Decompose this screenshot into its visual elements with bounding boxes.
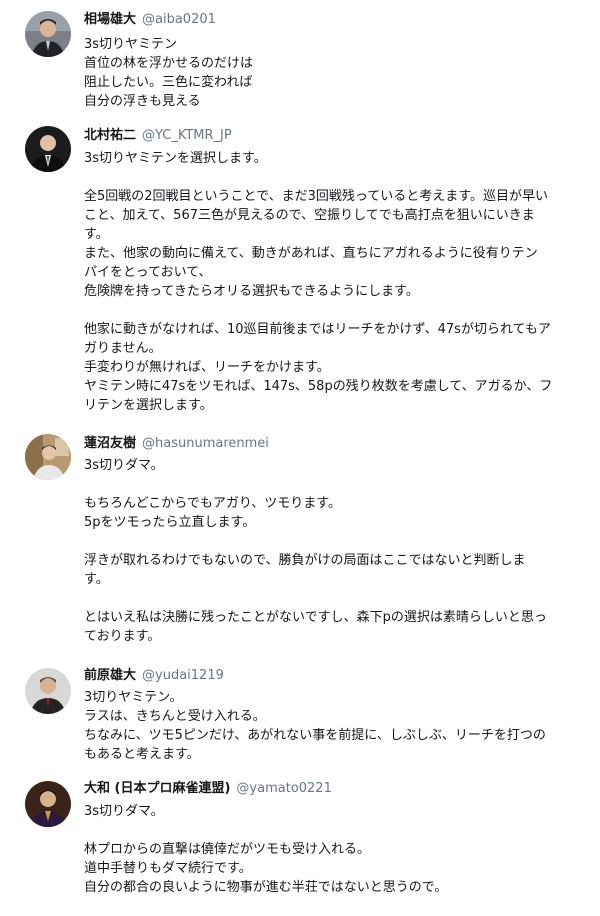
display-name[interactable]: 北村祐二 — [84, 128, 136, 143]
tweet-header: 北村祐二 @YC_KTMR_JP — [84, 124, 232, 144]
tweet-line: とはいえ私は決勝に残ったことがないですし、森下pの選択は素晴らしいと思っ — [84, 610, 547, 625]
user-handle[interactable]: @aiba0201 — [142, 12, 216, 27]
tweet-line: 3s切りヤミテン — [84, 37, 178, 52]
tweet-line: また、他家の動向に備えて、動きがあれば、直ちにアガれるように役有りテン — [84, 246, 538, 261]
tweet-line: ガりません。 — [84, 341, 162, 356]
tweet-line: 自分の都合の良いように物事が進む半荘ではないと思うので。 — [84, 880, 448, 895]
tweet-line: もあると考えます。 — [84, 747, 200, 762]
tweet-header: 大和 (日本プロ麻雀連盟) @yamato0221 — [84, 777, 332, 797]
tweet-line: リテンを選択します。 — [84, 398, 213, 413]
avatar[interactable] — [25, 126, 71, 172]
tweet-line — [84, 821, 584, 840]
tweet-line: パイをとっておいて、 — [84, 265, 212, 280]
tweet-line: 3切りヤミテン。 — [84, 690, 183, 705]
tweet-text: 3切りヤミテン。 ラスは、きちんと受け入れる。 ちなみに、ツモ5ピンだけ、あがれ… — [84, 688, 584, 764]
tweet-header: 蓮沼友樹 @hasunumarenmei — [84, 432, 269, 452]
tweet-header: 相場雄大 @aiba0201 — [84, 8, 216, 28]
tweet-line: ております。 — [84, 629, 161, 644]
tweet-line: 林プロからの直撃は僥倖だがツモも受け入れる。 — [84, 842, 371, 857]
user-handle[interactable]: @hasunumarenmei — [142, 436, 269, 451]
tweet-line: 3s切りダマ。 — [84, 804, 164, 819]
tweet-line: 危険牌を持ってきたらオリる選択もできるようにします。 — [84, 284, 419, 299]
tweet-line: もちろんどこからでもアガり、ツモります。 — [84, 496, 342, 511]
tweet-text: 3s切りヤミテン 首位の林を浮かせるのだけは 阻止したい。三色に変われば 自分の… — [84, 35, 584, 111]
tweet-text: 3s切りダマ。 林プロからの直撃は僥倖だがツモも受け入れる。 道中手替りもダマ続… — [84, 802, 584, 897]
user-handle[interactable]: @yamato0221 — [236, 781, 331, 796]
tweet-line: 浮きが取れるわけでもないので、勝負がけの局面はここではないと判断しま — [84, 553, 526, 568]
tweet-line — [84, 168, 584, 187]
display-name[interactable]: 相場雄大 — [84, 12, 136, 27]
user-handle[interactable]: @yudai1219 — [142, 668, 224, 683]
avatar[interactable] — [25, 668, 71, 714]
tweet-text: 3s切りヤミテンを選択します。 全5回戦の2回戦目ということで、まだ3回戦残って… — [84, 149, 584, 415]
tweet-line: 3s切りダマ。 — [84, 458, 164, 473]
tweet-line — [84, 532, 584, 551]
avatar[interactable] — [25, 781, 71, 827]
avatar[interactable] — [25, 434, 71, 480]
tweet-line: 首位の林を浮かせるのだけは — [84, 56, 254, 71]
tweet-line: ラスは、きちんと受け入れる。 — [84, 709, 266, 724]
tweet-text: 3s切りダマ。 もちろんどこからでもアガり、ツモります。 5pをツモったら立直し… — [84, 456, 584, 646]
display-name[interactable]: 大和 (日本プロ麻雀連盟) — [84, 781, 230, 796]
tweet-line: 手変わりが無ければ、リーチをかけます。 — [84, 360, 330, 375]
tweet-line: 道中手替りもダマ続行です。 — [84, 861, 252, 876]
avatar[interactable] — [25, 11, 71, 57]
display-name[interactable]: 蓮沼友樹 — [84, 436, 136, 451]
tweet-line — [84, 475, 584, 494]
tweet-line: す。 — [84, 227, 109, 242]
tweet-line: 全5回戦の2回戦目ということで、まだ3回戦残っていると考えます。巡目が早い — [84, 189, 548, 204]
tweet-line: 3s切りヤミテンを選択します。 — [84, 151, 267, 166]
tweet-line — [84, 589, 584, 608]
tweet-line: 阻止したい。三色に変われば — [84, 75, 253, 90]
tweet-line: 自分の浮きも見える — [84, 94, 201, 109]
tweet-line — [84, 301, 584, 320]
tweet-header: 前原雄大 @yudai1219 — [84, 664, 224, 684]
user-handle[interactable]: @YC_KTMR_JP — [142, 128, 232, 143]
tweet-line: 5pをツモったら立直します。 — [84, 515, 256, 530]
tweet-line: す。 — [84, 572, 109, 587]
tweet-line: ヤミテン時に47sをツモれば、147s、58pの残り枚数を考慮して、アガるか、フ — [84, 379, 553, 394]
tweet-line: 他家に動きがなければ、10巡目前後まではリーチをかけず、47sが切られてもア — [84, 322, 551, 337]
display-name[interactable]: 前原雄大 — [84, 668, 136, 683]
tweet-line: ちなみに、ツモ5ピンだけ、あがれない事を前提に、しぶしぶ、リーチを打つの — [84, 728, 546, 743]
tweet-line: こと、加えて、567三色が見えるので、空振りしてでも高打点を狙いにいきま — [84, 208, 535, 223]
